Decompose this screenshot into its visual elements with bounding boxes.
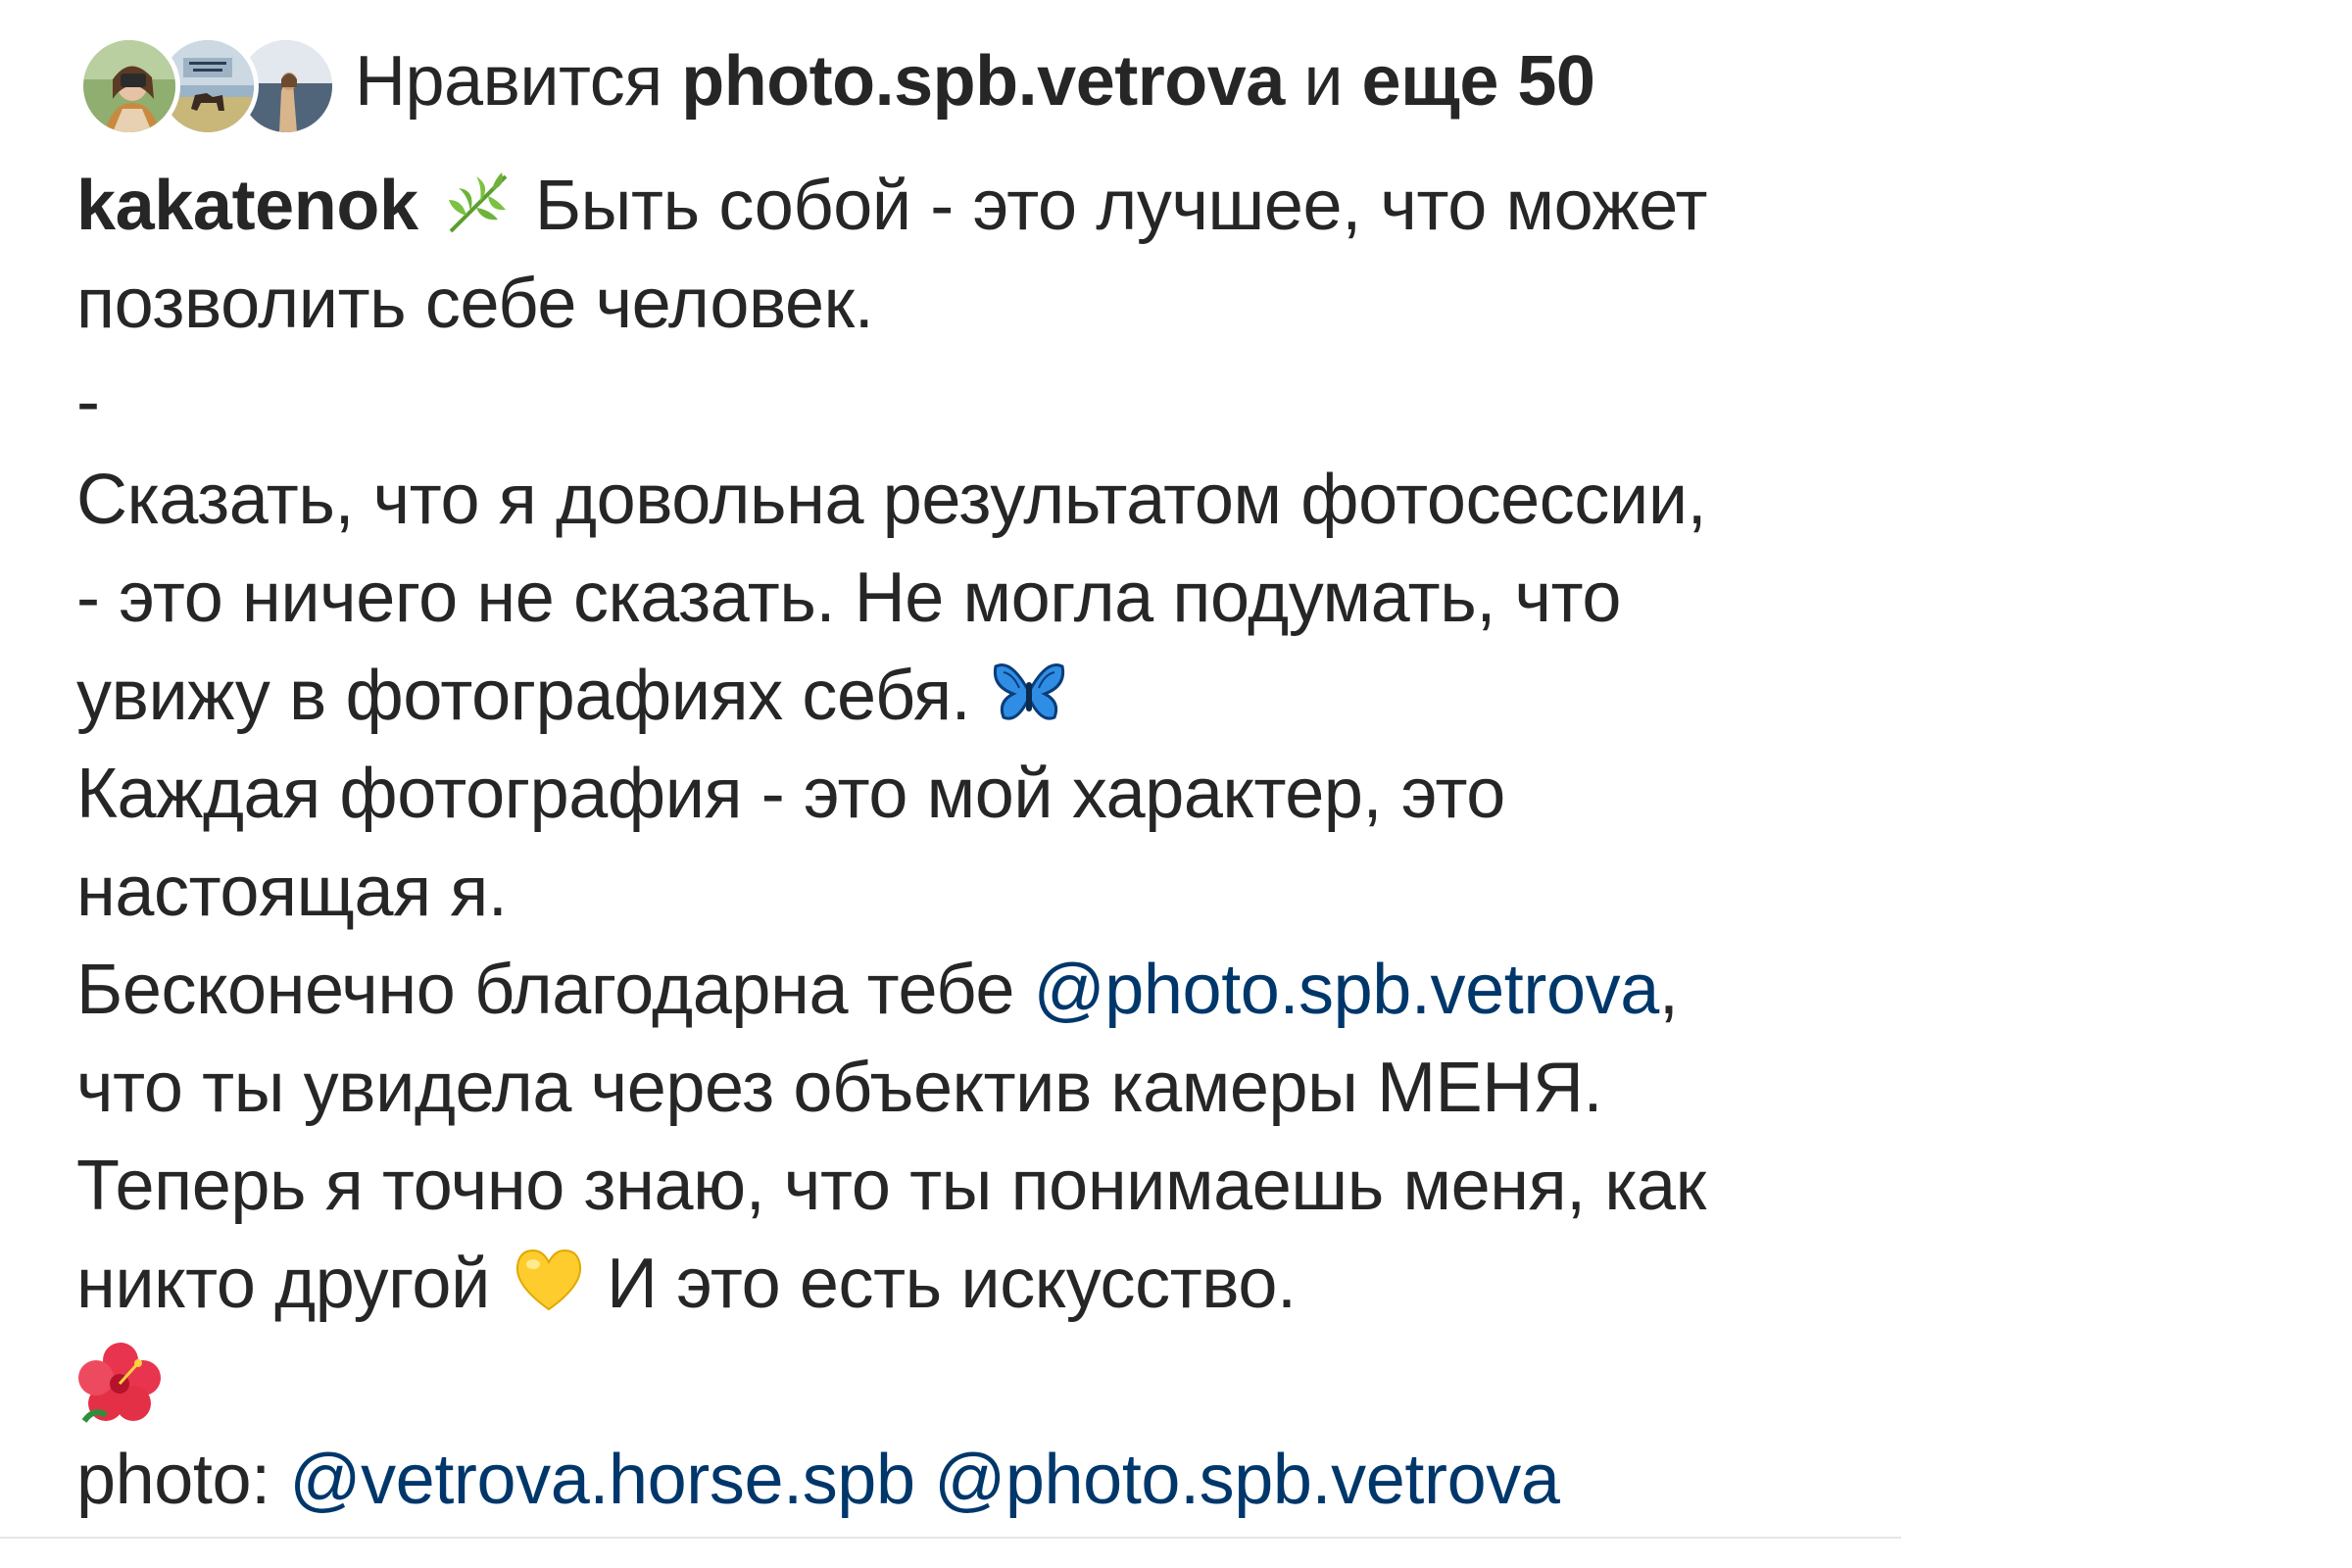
caption-line: kakatenok Быть собой - это лучшее, что м… <box>76 157 1938 255</box>
instagram-post-caption: Нравится photo.spb.vetrova и еще 50 kaka… <box>0 0 2352 1568</box>
likes-others-count[interactable]: еще 50 <box>1362 42 1595 121</box>
caption-line: Бесконечно благодарна тебе @photo.spb.ve… <box>76 941 1938 1039</box>
caption-line: настоящая я. <box>76 853 508 931</box>
caption-text: Быть собой - это лучшее, что может <box>534 167 1708 245</box>
likes-prefix: Нравится <box>355 42 662 121</box>
caption-text: никто другой <box>76 1245 490 1323</box>
mention-link[interactable]: @photo.spb.vetrova <box>1034 951 1660 1029</box>
caption-line: - <box>76 363 100 441</box>
caption-line: позволить себе человек. <box>76 265 874 343</box>
butterfly-emoji-icon <box>990 653 1068 731</box>
caption-line: увижу в фотографиях себя. <box>76 647 1938 745</box>
avatar[interactable] <box>78 35 180 137</box>
post-caption: kakatenok Быть собой - это лучшее, что м… <box>76 157 1938 1529</box>
author-username[interactable]: kakatenok <box>76 167 418 245</box>
caption-line <box>76 1333 1938 1431</box>
caption-text: увижу в фотографиях себя. <box>76 657 971 735</box>
caption-line: что ты увидела через объектив камеры МЕН… <box>76 1049 1603 1127</box>
caption-text: , <box>1658 951 1679 1029</box>
liker-username[interactable]: photo.spb.vetrova <box>681 42 1285 121</box>
caption-line: Сказать, что я довольна результатом фото… <box>76 461 1707 539</box>
likes-row[interactable]: Нравится photo.spb.vetrova и еще 50 <box>78 27 1595 137</box>
herb-emoji-icon <box>437 163 515 241</box>
caption-line: Каждая фотография - это мой характер, эт… <box>76 755 1505 833</box>
likes-summary[interactable]: Нравится photo.spb.vetrova и еще 50 <box>355 46 1595 117</box>
caption-line: - это ничего не сказать. Не могла подума… <box>76 559 1622 637</box>
divider <box>0 1537 1901 1539</box>
mention-link[interactable]: @vetrova.horse.spb <box>289 1441 915 1519</box>
caption-line: Теперь я точно знаю, что ты понимаешь ме… <box>76 1147 1706 1225</box>
caption-text: Бесконечно благодарна тебе <box>76 951 1014 1029</box>
yellow-heart-emoji-icon <box>510 1241 588 1319</box>
caption-line: никто другой И это есть искусство. <box>76 1235 1938 1333</box>
liker-avatars[interactable] <box>78 27 337 137</box>
caption-text: photo: <box>76 1441 270 1519</box>
caption-line: photo: @vetrova.horse.spb @photo.spb.vet… <box>76 1431 1938 1529</box>
likes-conjunction: и <box>1303 42 1344 121</box>
caption-text: И это есть искусство. <box>607 1245 1297 1323</box>
mention-link[interactable]: @photo.spb.vetrova <box>934 1441 1560 1519</box>
hibiscus-emoji-icon <box>76 1339 165 1427</box>
